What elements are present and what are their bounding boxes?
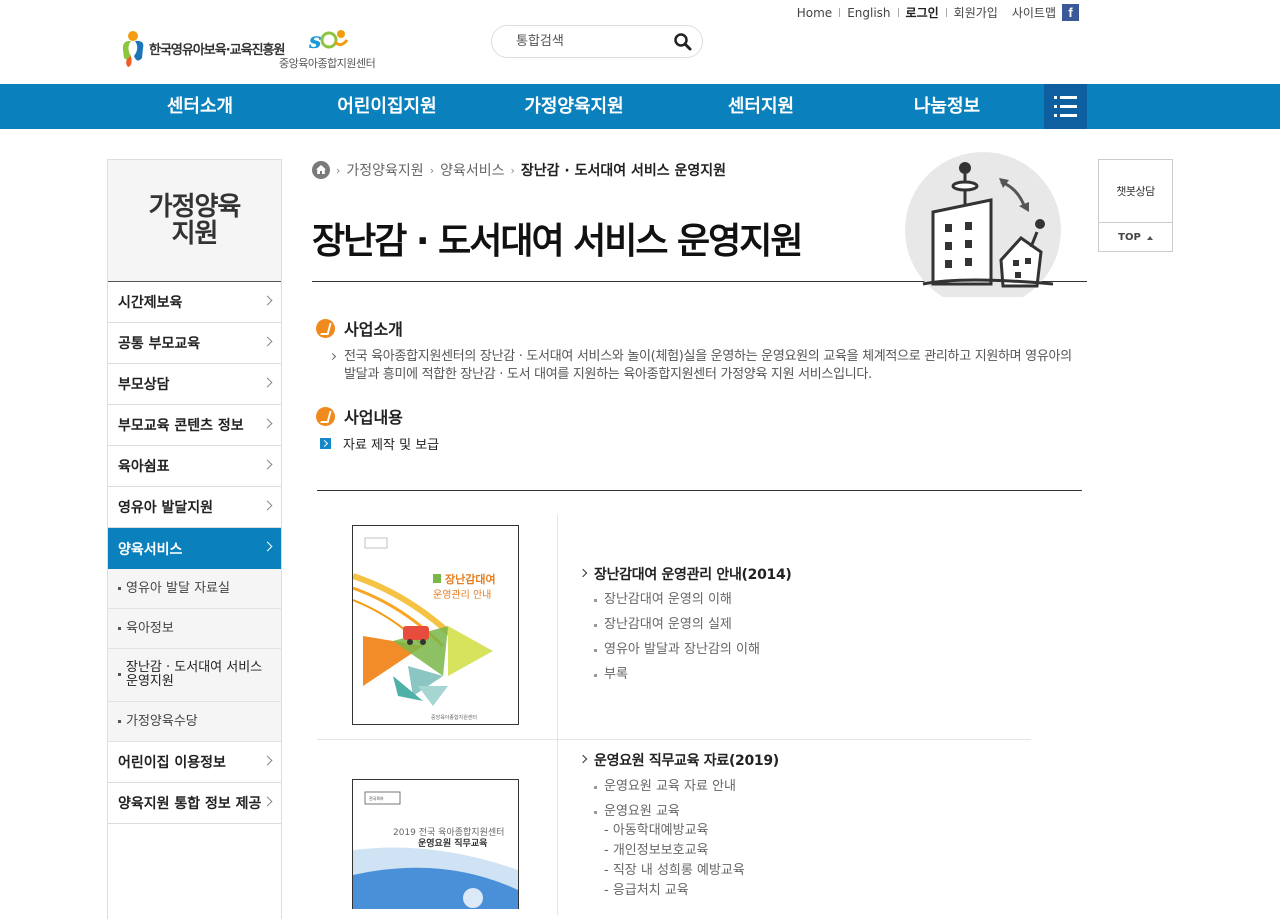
gnb-item-center-support[interactable]: 센터지원	[681, 84, 841, 129]
english-link[interactable]: English	[847, 6, 890, 20]
search-input[interactable]	[516, 26, 666, 57]
home-link[interactable]: Home	[797, 6, 832, 20]
book-cover-subtitle: 운영요원 직무교육	[418, 837, 487, 849]
center-logo[interactable]: s 중앙육아종합지원센터	[279, 26, 379, 72]
all-menu-button[interactable]	[1044, 84, 1087, 129]
center-logo-text: 중앙육아종합지원센터	[279, 57, 376, 70]
lnb-item-integrated-info[interactable]: 양육지원 통합 정보 제공	[108, 783, 281, 824]
chatbot-button[interactable]: 챗봇상담	[1099, 160, 1172, 223]
lnb-item-hourly-care[interactable]: 시간제보육	[108, 282, 281, 323]
breadcrumb-separator: ›	[336, 163, 341, 177]
breadcrumb-separator: ›	[510, 163, 515, 177]
resource-item: 장난감대여 운영의 이해	[580, 589, 792, 614]
arrow-box-icon	[320, 438, 331, 449]
building-illustration-icon	[903, 152, 1063, 308]
lnb-item-education-contents[interactable]: 부모교육 콘텐츠 정보	[108, 405, 281, 446]
gnb-item-center-intro[interactable]: 센터소개	[120, 84, 280, 129]
resource-item: 운영요원 교육	[580, 801, 779, 821]
join-link[interactable]: 회원가입	[954, 4, 998, 21]
book-code-label: 전국육아	[369, 795, 384, 801]
lnb-item-development-support[interactable]: 영유아 발달지원	[108, 487, 281, 528]
book-cover-subtitle: 운영관리 안내	[433, 589, 491, 601]
chevron-right-icon	[262, 377, 273, 388]
gnb-item-home-parenting[interactable]: 가정양육지원	[494, 84, 654, 129]
lnb-item-daycare-usage-info[interactable]: 어린이집 이용정보	[108, 742, 281, 783]
top-utility-bar: Home English 로그인 회원가입 사이트맵 f	[797, 4, 1079, 21]
search-icon[interactable]	[673, 32, 693, 52]
resource-subitem: - 개인정보보호교육	[604, 843, 709, 858]
page-title: 장난감 · 도서대여 서비스 운영지원	[312, 221, 803, 262]
breadcrumb: › 가정양육지원 › 양육서비스 › 장난감 · 도서대여 서비스 운영지원	[312, 160, 726, 180]
content-item: 자료 제작 및 보급	[320, 434, 439, 453]
resource-item: 영유아 발달과 장난감의 이해	[580, 639, 792, 664]
book-cover-toy-rental[interactable]: 중앙육아종합지원센터 장난감대여 운영관리 안내	[352, 525, 519, 725]
resource-staff-training: 운영요원 직무교육 자료(2019) 운영요원 교육 자료 안내 운영요원 교육…	[580, 750, 779, 901]
lnb-title: 가정양육 지원	[108, 160, 281, 282]
chevron-right-icon	[262, 500, 273, 511]
book-publisher-label: 중앙육아종합지원센터	[431, 714, 477, 721]
lnb-subitem-parenting-info[interactable]: 육아정보	[108, 609, 281, 649]
gnb-item-daycare-support[interactable]: 어린이집지원	[307, 84, 467, 129]
resource-subitem: - 직장 내 성희롱 예방교육	[604, 863, 745, 878]
book-cover-staff-training[interactable]: 전국육아 2019 전국 육아종합지원센터 운영요원 직무교육	[352, 779, 519, 909]
breadcrumb-item[interactable]: 양육서비스	[440, 160, 504, 180]
chevron-right-icon	[262, 295, 273, 306]
intro-heading: 사업소개	[316, 316, 403, 340]
lnb-subitem-toy-book-rental[interactable]: 장난감 · 도서대여 서비스 운영지원	[108, 649, 281, 702]
resource-item: 운영요원 교육 자료 안내	[580, 776, 779, 801]
intro-text: 전국 육아종합지원센터의 장난감 · 도서대여 서비스와 놀이(체험)실을 운영…	[330, 348, 1082, 384]
home-icon[interactable]	[312, 161, 330, 179]
breadcrumb-separator: ›	[429, 163, 435, 177]
chevron-right-icon	[262, 796, 273, 807]
table-vertical-divider	[557, 515, 558, 915]
facebook-icon[interactable]: f	[1062, 4, 1079, 21]
kcpi-logo[interactable]: 한국영유아보육·교육진흥원	[120, 28, 285, 68]
resource-item: 장난감대여 운영의 실제	[580, 614, 792, 639]
section-bullet-icon	[316, 318, 335, 338]
content-heading: 사업내용	[316, 404, 403, 428]
arrow-up-icon	[1146, 235, 1153, 240]
chevron-right-icon	[262, 459, 273, 470]
gnb-item-sharing-info[interactable]: 나눔정보	[867, 84, 1027, 129]
book-cover-title: 2019 전국 육아종합지원센터	[393, 827, 504, 838]
search-box	[491, 25, 703, 58]
main-navigation: 센터소개 어린이집지원 가정양육지원 센터지원 나눔정보	[0, 84, 1280, 129]
chevron-right-icon	[262, 336, 273, 347]
chevron-right-icon	[262, 541, 273, 552]
lnb-item-parenting-rest[interactable]: 육아쉼표	[108, 446, 281, 487]
resource-title[interactable]: 장난감대여 운영관리 안내(2014)	[580, 564, 792, 589]
resource-subitem: - 응급처치 교육	[604, 883, 689, 898]
lnb-item-parent-education[interactable]: 공통 부모교육	[108, 323, 281, 364]
resource-item: 부록	[580, 664, 792, 689]
lnb-item-parent-counseling[interactable]: 부모상담	[108, 364, 281, 405]
book-cover-title: 장난감대여	[445, 572, 496, 586]
chevron-right-icon	[262, 755, 273, 766]
table-row-divider	[317, 739, 1031, 740]
breadcrumb-current: 장난감 · 도서대여 서비스 운영지원	[520, 163, 727, 179]
resource-toy-rental: 장난감대여 운영관리 안내(2014) 장난감대여 운영의 이해 장난감대여 운…	[580, 564, 792, 689]
quick-menu: 챗봇상담 TOP	[1098, 159, 1173, 252]
top-button[interactable]: TOP	[1099, 223, 1172, 252]
resource-title[interactable]: 운영요원 직무교육 자료(2019)	[580, 750, 779, 776]
side-navigation: 가정양육 지원 시간제보육 공통 부모교육 부모상담 부모교육 콘텐츠 정보 육…	[107, 159, 282, 919]
login-link[interactable]: 로그인	[906, 4, 939, 21]
kcpi-logo-text: 한국영유아보육·교육진흥원	[149, 42, 285, 58]
section-bullet-icon	[316, 406, 335, 426]
lnb-subitem-home-care-allowance[interactable]: 가정양육수당	[108, 702, 281, 742]
svg-text:s: s	[308, 28, 321, 54]
chevron-right-icon	[262, 418, 273, 429]
lnb-item-parenting-service[interactable]: 양육서비스	[108, 528, 281, 569]
menu-icon	[1054, 96, 1077, 117]
lnb-subitem-development-library[interactable]: 영유아 발달 자료실	[108, 569, 281, 609]
kcpi-logo-icon	[120, 28, 146, 68]
resource-subitem: - 아동학대예방교육	[604, 823, 709, 838]
breadcrumb-item[interactable]: 가정양육지원	[346, 160, 423, 180]
sitemap-link[interactable]: 사이트맵	[1012, 4, 1056, 21]
section-divider	[317, 490, 1082, 491]
center-logo-icon: s	[308, 28, 349, 54]
